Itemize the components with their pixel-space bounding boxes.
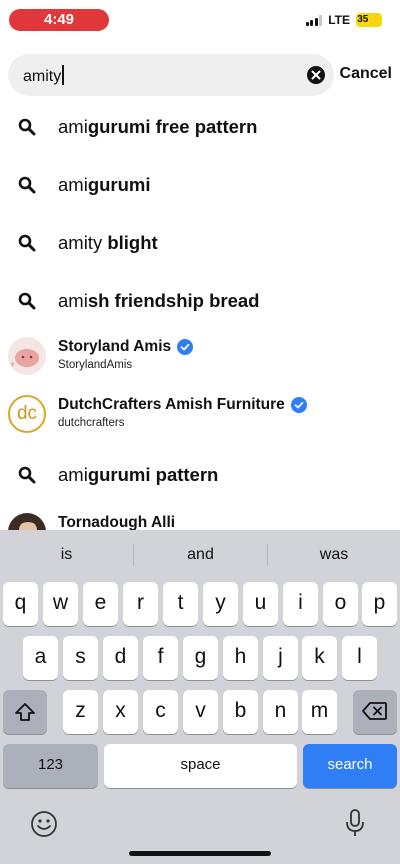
person-avatar <box>8 513 46 530</box>
prediction-was[interactable]: was <box>268 530 400 578</box>
prediction-is[interactable]: is <box>0 530 133 578</box>
shift-key[interactable] <box>3 690 47 734</box>
dc-logo-avatar: dc <box>8 395 46 433</box>
suggestion-item[interactable]: amish friendship bread <box>0 272 400 330</box>
key-p[interactable]: p <box>362 582 397 626</box>
backspace-icon <box>362 702 387 720</box>
account-handle: StorylandAmis <box>58 359 133 371</box>
keyboard: is and was q w e r t y u i o p a s d f g… <box>0 530 400 864</box>
search-icon <box>18 292 36 310</box>
signal-icon <box>305 14 323 26</box>
key-w[interactable]: w <box>43 582 78 626</box>
search-suggestions: amigurumi free pattern amigurumi amity b… <box>0 98 400 530</box>
suggestion-text: amity blight <box>58 232 158 253</box>
status-time[interactable]: 4:49 <box>9 9 109 31</box>
key-j[interactable]: j <box>263 636 298 680</box>
status-indicators: LTE 35⚡ <box>305 13 382 27</box>
pink-blob-avatar <box>8 337 46 375</box>
shift-icon <box>15 703 35 721</box>
key-l[interactable]: l <box>342 636 377 680</box>
key-n[interactable]: n <box>263 690 298 734</box>
key-s[interactable]: s <box>63 636 98 680</box>
key-e[interactable]: e <box>83 582 118 626</box>
key-o[interactable]: o <box>323 582 358 626</box>
network-label: LTE <box>328 13 350 27</box>
search-row: amity Cancel <box>0 54 400 96</box>
suggestion-item[interactable]: amigurumi <box>0 156 400 214</box>
suggestion-text: amigurumi <box>58 174 151 195</box>
key-r[interactable]: r <box>123 582 158 626</box>
suggestion-item[interactable]: amigurumi pattern <box>0 446 400 504</box>
avatar-logo-text: dc <box>16 403 38 424</box>
prediction-and[interactable]: and <box>134 530 267 578</box>
key-y[interactable]: y <box>203 582 238 626</box>
suggestion-text: amigurumi free pattern <box>58 116 258 137</box>
key-h[interactable]: h <box>223 636 258 680</box>
account-name: Storyland Amis <box>58 338 194 356</box>
text-caret <box>62 65 65 85</box>
key-c[interactable]: c <box>143 690 178 734</box>
verified-badge-icon <box>177 339 194 355</box>
search-icon <box>18 118 36 136</box>
verified-badge-icon <box>290 397 307 413</box>
key-g[interactable]: g <box>183 636 218 680</box>
key-v[interactable]: v <box>183 690 218 734</box>
suggestion-text: amigurumi pattern <box>58 464 219 485</box>
numbers-key[interactable]: 123 <box>3 744 98 788</box>
search-input[interactable]: amity <box>8 54 334 96</box>
account-handle: dutchcrafters <box>58 417 125 429</box>
key-d[interactable]: d <box>103 636 138 680</box>
key-t[interactable]: t <box>163 582 198 626</box>
search-icon <box>18 234 36 252</box>
emoji-icon[interactable] <box>30 810 58 838</box>
battery-level: 35 <box>357 14 369 25</box>
space-key[interactable]: space <box>104 744 297 788</box>
key-x[interactable]: x <box>103 690 138 734</box>
home-indicator[interactable] <box>129 851 271 856</box>
account-item[interactable]: Storyland Amis StorylandAmis <box>0 328 400 386</box>
predictive-bar: is and was <box>0 530 400 578</box>
suggestion-text: amish friendship bread <box>58 290 260 311</box>
key-m[interactable]: m <box>302 690 337 734</box>
account-name: DutchCrafters Amish Furniture <box>58 396 307 414</box>
key-z[interactable]: z <box>63 690 98 734</box>
microphone-icon[interactable] <box>344 808 366 838</box>
suggestion-item[interactable]: amity blight <box>0 214 400 272</box>
key-k[interactable]: k <box>302 636 337 680</box>
key-f[interactable]: f <box>143 636 178 680</box>
account-name: Tornadough Alli <box>58 514 176 530</box>
clear-search-icon[interactable] <box>306 65 326 85</box>
key-b[interactable]: b <box>223 690 258 734</box>
search-icon <box>18 466 36 484</box>
delete-key[interactable] <box>353 690 397 734</box>
search-icon <box>18 176 36 194</box>
suggestion-item[interactable]: amigurumi free pattern <box>0 98 400 156</box>
search-key[interactable]: search <box>303 744 397 788</box>
account-item[interactable]: dc DutchCrafters Amish Furniture dutchcr… <box>0 386 400 444</box>
key-i[interactable]: i <box>283 582 318 626</box>
key-q[interactable]: q <box>3 582 38 626</box>
battery-icon: 35⚡ <box>356 13 382 27</box>
account-item[interactable]: Tornadough Alli <box>0 504 400 530</box>
status-bar: 4:49 LTE 35⚡ <box>0 0 400 44</box>
key-u[interactable]: u <box>243 582 278 626</box>
search-input-value: amity <box>23 65 65 86</box>
cancel-button[interactable]: Cancel <box>340 65 392 83</box>
key-a[interactable]: a <box>23 636 58 680</box>
